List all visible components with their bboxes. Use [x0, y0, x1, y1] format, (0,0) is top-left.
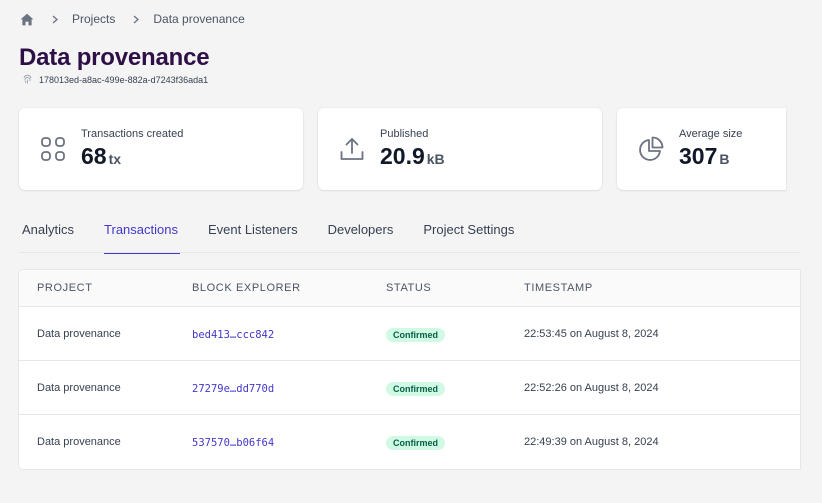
tab-analytics[interactable]: Analytics: [19, 214, 74, 253]
breadcrumb-current: Data provenance: [153, 12, 245, 26]
stat-card-published: Published 20.9 kB: [318, 108, 602, 190]
stat-unit: tx: [108, 151, 122, 167]
block-explorer-link[interactable]: 537570…b06f64: [192, 437, 274, 449]
stat-unit: B: [719, 151, 730, 167]
breadcrumb: Projects Data provenance: [20, 11, 245, 27]
stat-label: Average size: [679, 128, 743, 140]
tab-transactions[interactable]: Transactions: [104, 214, 180, 254]
status-badge: Confirmed: [386, 327, 445, 342]
stat-card-average-size: Average size 307 B: [617, 108, 786, 190]
project-id: 178013ed-a8ac-499e-882a-d7243f36ada1: [22, 74, 208, 85]
cell-timestamp: 22:52:26 on August 8, 2024: [524, 381, 659, 394]
tab-project-settings[interactable]: Project Settings: [423, 214, 514, 253]
stat-value: 68: [81, 143, 107, 169]
upload-icon: [338, 135, 366, 163]
stats-cards: Transactions created 68 tx Published 20.9…: [19, 108, 786, 190]
table-row[interactable]: Data provenance 537570…b06f64 Confirmed …: [19, 415, 800, 469]
block-explorer-link[interactable]: 27279e…dd770d: [192, 383, 274, 395]
cell-timestamp: 22:53:45 on August 8, 2024: [524, 327, 659, 340]
cell-project: Data provenance: [37, 436, 121, 448]
table-row[interactable]: Data provenance bed413…ccc842 Confirmed …: [19, 307, 800, 361]
page-title: Data provenance: [19, 44, 210, 71]
column-header-block-explorer: BLOCK EXPLORER: [192, 282, 301, 294]
chevron-right-icon: [133, 15, 140, 24]
chevron-right-icon: [52, 15, 58, 24]
column-header-project: PROJECT: [37, 282, 93, 294]
block-explorer-link[interactable]: bed413…ccc842: [192, 329, 274, 341]
column-header-status: STATUS: [386, 282, 432, 294]
stat-card-transactions: Transactions created 68 tx: [19, 108, 303, 190]
pie-chart-icon: [637, 135, 665, 163]
status-badge: Confirmed: [386, 381, 445, 396]
cell-project: Data provenance: [37, 327, 121, 340]
stat-label: Published: [380, 128, 429, 140]
table-row[interactable]: Data provenance 27279e…dd770d Confirmed …: [19, 361, 800, 415]
grid-icon: [39, 135, 67, 163]
column-header-timestamp: TIMESTAMP: [524, 282, 593, 294]
transactions-table: PROJECT BLOCK EXPLORER STATUS TIMESTAMP …: [19, 270, 800, 469]
table-header: PROJECT BLOCK EXPLORER STATUS TIMESTAMP: [19, 270, 800, 307]
tab-developers[interactable]: Developers: [328, 214, 394, 253]
cell-timestamp: 22:49:39 on August 8, 2024: [524, 436, 659, 448]
stat-unit: kB: [426, 151, 445, 167]
stat-value: 20.9: [380, 143, 425, 169]
fingerprint-icon: [22, 74, 33, 85]
status-badge: Confirmed: [386, 436, 445, 450]
project-id-text[interactable]: 178013ed-a8ac-499e-882a-d7243f36ada1: [39, 75, 208, 85]
tab-event-listeners[interactable]: Event Listeners: [208, 214, 298, 253]
tab-bar: Analytics Transactions Event Listeners D…: [19, 214, 800, 254]
cell-project: Data provenance: [37, 381, 121, 394]
home-icon[interactable]: [20, 12, 34, 26]
page: Projects Data provenance Data provenance…: [0, 0, 822, 503]
breadcrumb-projects[interactable]: Projects: [72, 12, 115, 26]
stat-value: 307: [679, 143, 718, 169]
stat-label: Transactions created: [81, 128, 184, 140]
